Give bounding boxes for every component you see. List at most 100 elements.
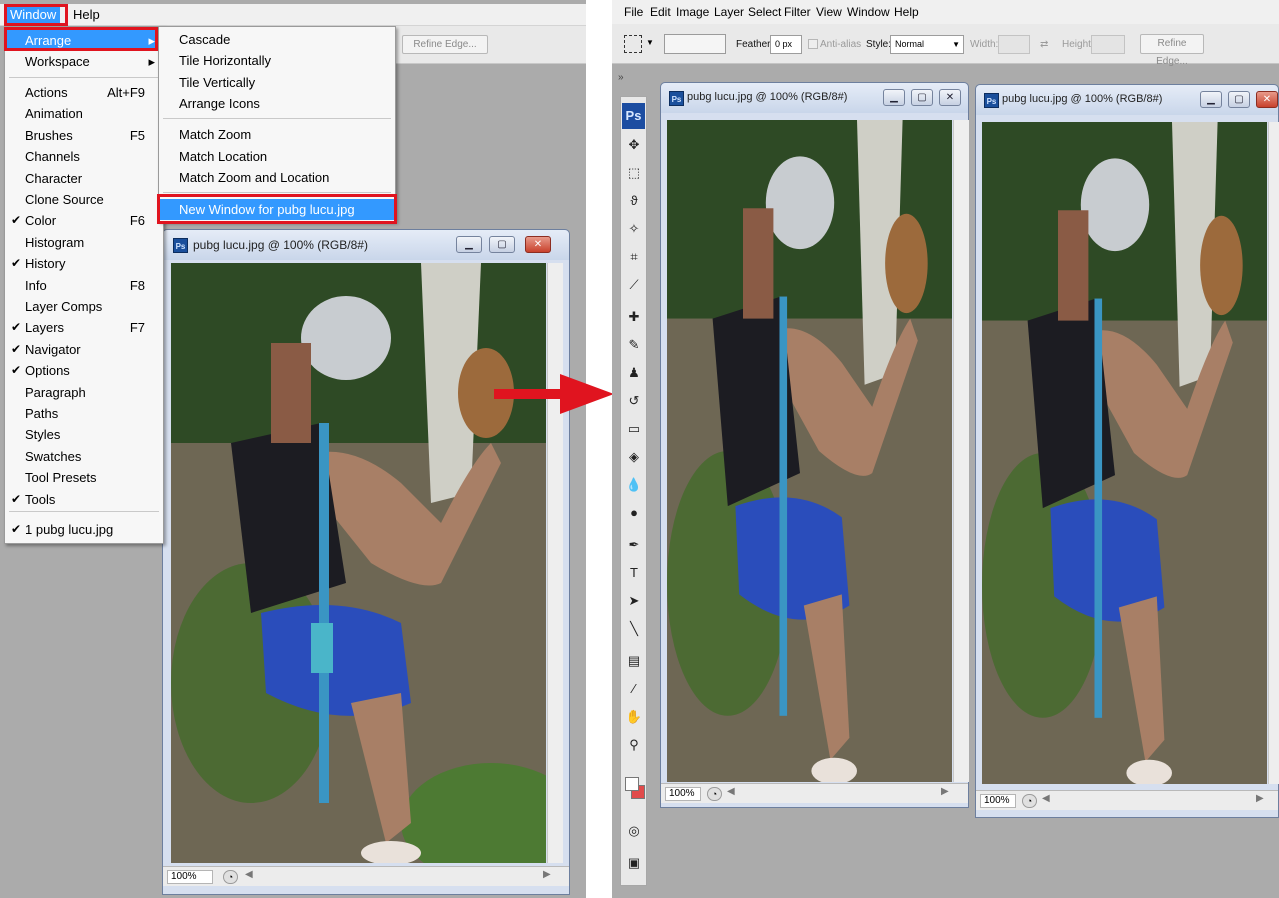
dodge-tool-icon[interactable]: ●: [624, 503, 644, 523]
refine-edge-button[interactable]: Refine Edge...: [402, 35, 488, 54]
magic-wand-icon[interactable]: ✧: [624, 219, 644, 239]
refine-edge-button[interactable]: Refine Edge...: [1140, 34, 1204, 67]
menu-item-match-zoom-location[interactable]: Match Zoom and Location: [159, 167, 395, 188]
menu-layer[interactable]: Layer: [710, 3, 748, 21]
menu-item-open-doc[interactable]: ✔ 1 pubg lucu.jpg: [5, 519, 163, 540]
minimize-icon[interactable]: ▁: [456, 236, 482, 253]
blur-tool-icon[interactable]: 💧: [624, 475, 644, 495]
move-tool-icon[interactable]: ✥: [624, 135, 644, 155]
menu-filter[interactable]: Filter: [780, 3, 815, 21]
menu-item-workspace[interactable]: Workspace ▸: [5, 51, 163, 72]
document-titlebar[interactable]: Ps pubg lucu.jpg @ 100% (RGB/8#) ▁ ▢ ✕: [661, 83, 968, 113]
menu-view[interactable]: View: [812, 3, 846, 21]
zoom-tool-icon[interactable]: ⚲: [624, 735, 644, 755]
brush-tool-icon[interactable]: ✎: [624, 335, 644, 355]
menu-item-tool-presets[interactable]: Tool Presets: [5, 467, 163, 488]
menu-item-layer-comps[interactable]: Layer Comps: [5, 296, 163, 317]
foreground-color-swatch[interactable]: [625, 777, 639, 791]
menu-item-arrange-icons[interactable]: Arrange Icons: [159, 93, 395, 114]
history-brush-icon[interactable]: ↺: [624, 391, 644, 411]
scroll-right-icon[interactable]: ▶: [543, 869, 551, 880]
style-select[interactable]: Normal ▼: [890, 35, 964, 54]
toolbox-collapse-icon[interactable]: »: [618, 72, 624, 83]
menu-item-histogram[interactable]: Histogram: [5, 232, 163, 253]
crop-tool-icon[interactable]: ⌗: [624, 247, 644, 267]
menu-item-styles[interactable]: Styles: [5, 424, 163, 445]
tool-preset-arrow-icon[interactable]: ▼: [646, 38, 654, 47]
menu-help[interactable]: Help: [890, 3, 923, 21]
healing-brush-icon[interactable]: ✚: [624, 307, 644, 327]
menu-item-options[interactable]: ✔ Options: [5, 360, 163, 381]
close-icon[interactable]: ✕: [939, 89, 961, 106]
menu-item-history[interactable]: ✔ History: [5, 253, 163, 274]
menu-item-color[interactable]: ✔ Color F6: [5, 210, 163, 231]
menu-item-navigator[interactable]: ✔ Navigator: [5, 339, 163, 360]
menu-item-cascade[interactable]: Cascade: [159, 29, 395, 50]
path-select-icon[interactable]: ➤: [624, 591, 644, 611]
vertical-scrollbar[interactable]: [953, 120, 969, 782]
marquee-tool-icon[interactable]: [624, 35, 642, 53]
menu-item-animation[interactable]: Animation: [5, 103, 163, 124]
menu-help[interactable]: Help: [69, 6, 104, 24]
type-tool-icon[interactable]: T: [624, 563, 644, 583]
minimize-icon[interactable]: ▁: [1200, 91, 1222, 108]
quick-mask-icon[interactable]: ◎: [624, 821, 644, 841]
minimize-icon[interactable]: ▁: [883, 89, 905, 106]
line-tool-icon[interactable]: ╲: [624, 619, 644, 639]
menu-item-info[interactable]: Info F8: [5, 275, 163, 296]
eraser-tool-icon[interactable]: ▭: [624, 419, 644, 439]
maximize-icon[interactable]: ▢: [1228, 91, 1250, 108]
menu-item-brushes[interactable]: Brushes F5: [5, 125, 163, 146]
selection-mode-buttons[interactable]: [664, 34, 726, 54]
scroll-left-icon[interactable]: ◀: [1042, 793, 1050, 804]
scroll-right-icon[interactable]: ▶: [1256, 793, 1264, 804]
zoom-field[interactable]: 100%: [167, 870, 213, 884]
menu-item-tools[interactable]: ✔ Tools: [5, 489, 163, 510]
menu-item-character[interactable]: Character: [5, 168, 163, 189]
scroll-left-icon[interactable]: ◀: [727, 786, 735, 797]
menu-item-match-zoom[interactable]: Match Zoom: [159, 124, 395, 145]
menu-item-paragraph[interactable]: Paragraph: [5, 382, 163, 403]
menu-window[interactable]: Window: [843, 3, 894, 21]
menu-item-tile-vertically[interactable]: Tile Vertically: [159, 72, 395, 93]
clone-stamp-icon[interactable]: ♟: [624, 363, 644, 383]
menu-item-tile-horizontally[interactable]: Tile Horizontally: [159, 50, 395, 71]
screen-mode-icon[interactable]: ▣: [624, 853, 644, 873]
menu-item-clone-source[interactable]: Clone Source: [5, 189, 163, 210]
vertical-scrollbar[interactable]: [1268, 122, 1279, 784]
zoom-field[interactable]: 100%: [980, 794, 1016, 808]
menu-item-swatches[interactable]: Swatches: [5, 446, 163, 467]
menu-item-paths[interactable]: Paths: [5, 403, 163, 424]
maximize-icon[interactable]: ▢: [911, 89, 933, 106]
navigator-icon[interactable]: ◔: [707, 787, 722, 801]
feather-input[interactable]: 0 px: [770, 35, 802, 54]
close-icon[interactable]: ✕: [1256, 91, 1278, 108]
menu-edit[interactable]: Edit: [646, 3, 675, 21]
scroll-left-icon[interactable]: ◀: [245, 869, 253, 880]
scroll-right-icon[interactable]: ▶: [941, 786, 949, 797]
menu-item-match-location[interactable]: Match Location: [159, 146, 395, 167]
slice-tool-icon[interactable]: ⟋: [624, 275, 644, 295]
menu-item-actions[interactable]: Actions Alt+F9: [5, 82, 163, 103]
zoom-field[interactable]: 100%: [665, 787, 701, 801]
paint-bucket-icon[interactable]: ◈: [624, 447, 644, 467]
hand-tool-icon[interactable]: ✋: [624, 707, 644, 727]
menu-file[interactable]: File: [620, 3, 647, 21]
maximize-icon[interactable]: ▢: [489, 236, 515, 253]
navigator-icon[interactable]: ◔: [1022, 794, 1037, 808]
check-icon: ✔: [11, 256, 22, 271]
menu-item-layers[interactable]: ✔ Layers F7: [5, 317, 163, 338]
document-titlebar[interactable]: Ps pubg lucu.jpg @ 100% (RGB/8#) ▁ ▢ ✕: [163, 230, 569, 260]
document-titlebar[interactable]: Ps pubg lucu.jpg @ 100% (RGB/8#) ▁ ▢ ✕: [976, 85, 1278, 115]
close-icon[interactable]: ✕: [525, 236, 551, 253]
vertical-scrollbar[interactable]: [547, 263, 563, 863]
lasso-tool-icon[interactable]: ϑ: [624, 191, 644, 211]
menu-image[interactable]: Image: [672, 3, 713, 21]
anti-alias-checkbox[interactable]: [808, 39, 818, 49]
marquee-tool-icon[interactable]: ⬚: [624, 163, 644, 183]
notes-tool-icon[interactable]: ▤: [624, 651, 644, 671]
pen-tool-icon[interactable]: ✒: [624, 535, 644, 555]
navigator-icon[interactable]: ◔: [223, 870, 238, 884]
menu-item-channels[interactable]: Channels: [5, 146, 163, 167]
eyedropper-icon[interactable]: ⁄: [624, 679, 644, 699]
